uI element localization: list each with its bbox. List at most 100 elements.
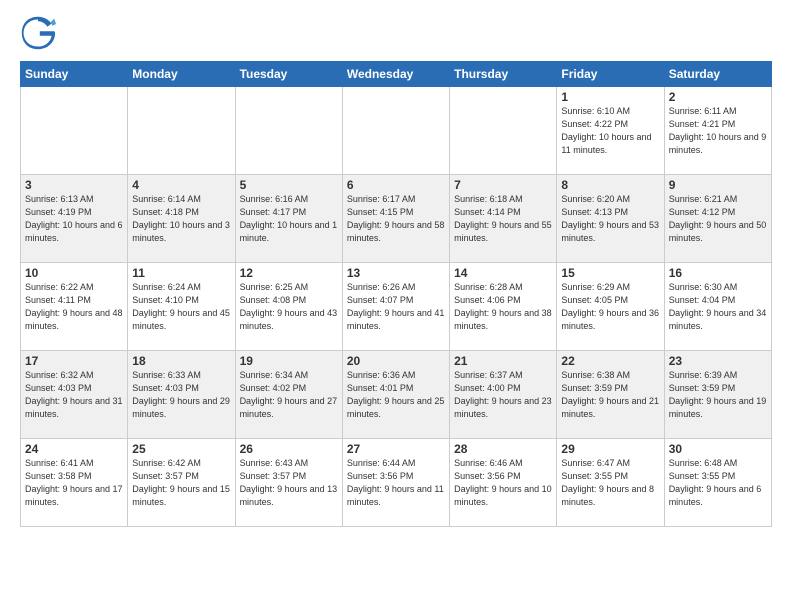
day-info: Sunrise: 6:33 AM Sunset: 4:03 PM Dayligh… [132, 369, 230, 421]
day-cell: 28Sunrise: 6:46 AM Sunset: 3:56 PM Dayli… [450, 439, 557, 527]
day-number: 13 [347, 266, 445, 280]
day-cell [128, 87, 235, 175]
day-cell: 7Sunrise: 6:18 AM Sunset: 4:14 PM Daylig… [450, 175, 557, 263]
day-info: Sunrise: 6:16 AM Sunset: 4:17 PM Dayligh… [240, 193, 338, 245]
day-cell: 29Sunrise: 6:47 AM Sunset: 3:55 PM Dayli… [557, 439, 664, 527]
day-info: Sunrise: 6:42 AM Sunset: 3:57 PM Dayligh… [132, 457, 230, 509]
day-cell [235, 87, 342, 175]
day-number: 5 [240, 178, 338, 192]
page: SundayMondayTuesdayWednesdayThursdayFrid… [0, 0, 792, 612]
day-info: Sunrise: 6:17 AM Sunset: 4:15 PM Dayligh… [347, 193, 445, 245]
col-header-monday: Monday [128, 62, 235, 87]
day-number: 15 [561, 266, 659, 280]
day-cell: 17Sunrise: 6:32 AM Sunset: 4:03 PM Dayli… [21, 351, 128, 439]
day-number: 11 [132, 266, 230, 280]
day-cell: 15Sunrise: 6:29 AM Sunset: 4:05 PM Dayli… [557, 263, 664, 351]
day-info: Sunrise: 6:11 AM Sunset: 4:21 PM Dayligh… [669, 105, 767, 157]
day-cell: 4Sunrise: 6:14 AM Sunset: 4:18 PM Daylig… [128, 175, 235, 263]
day-number: 1 [561, 90, 659, 104]
day-cell: 3Sunrise: 6:13 AM Sunset: 4:19 PM Daylig… [21, 175, 128, 263]
day-cell: 13Sunrise: 6:26 AM Sunset: 4:07 PM Dayli… [342, 263, 449, 351]
day-cell: 30Sunrise: 6:48 AM Sunset: 3:55 PM Dayli… [664, 439, 771, 527]
day-cell [450, 87, 557, 175]
day-number: 9 [669, 178, 767, 192]
day-number: 4 [132, 178, 230, 192]
day-info: Sunrise: 6:34 AM Sunset: 4:02 PM Dayligh… [240, 369, 338, 421]
day-cell: 12Sunrise: 6:25 AM Sunset: 4:08 PM Dayli… [235, 263, 342, 351]
day-info: Sunrise: 6:44 AM Sunset: 3:56 PM Dayligh… [347, 457, 445, 509]
day-number: 24 [25, 442, 123, 456]
day-cell [21, 87, 128, 175]
day-cell: 26Sunrise: 6:43 AM Sunset: 3:57 PM Dayli… [235, 439, 342, 527]
calendar-header-row: SundayMondayTuesdayWednesdayThursdayFrid… [21, 62, 772, 87]
day-info: Sunrise: 6:24 AM Sunset: 4:10 PM Dayligh… [132, 281, 230, 333]
week-row-3: 10Sunrise: 6:22 AM Sunset: 4:11 PM Dayli… [21, 263, 772, 351]
day-info: Sunrise: 6:28 AM Sunset: 4:06 PM Dayligh… [454, 281, 552, 333]
day-info: Sunrise: 6:32 AM Sunset: 4:03 PM Dayligh… [25, 369, 123, 421]
day-cell: 1Sunrise: 6:10 AM Sunset: 4:22 PM Daylig… [557, 87, 664, 175]
day-cell: 27Sunrise: 6:44 AM Sunset: 3:56 PM Dayli… [342, 439, 449, 527]
day-info: Sunrise: 6:29 AM Sunset: 4:05 PM Dayligh… [561, 281, 659, 333]
day-info: Sunrise: 6:46 AM Sunset: 3:56 PM Dayligh… [454, 457, 552, 509]
day-cell: 19Sunrise: 6:34 AM Sunset: 4:02 PM Dayli… [235, 351, 342, 439]
day-number: 27 [347, 442, 445, 456]
day-number: 21 [454, 354, 552, 368]
day-cell: 23Sunrise: 6:39 AM Sunset: 3:59 PM Dayli… [664, 351, 771, 439]
day-number: 26 [240, 442, 338, 456]
day-cell: 22Sunrise: 6:38 AM Sunset: 3:59 PM Dayli… [557, 351, 664, 439]
day-number: 14 [454, 266, 552, 280]
day-info: Sunrise: 6:10 AM Sunset: 4:22 PM Dayligh… [561, 105, 659, 157]
day-cell: 25Sunrise: 6:42 AM Sunset: 3:57 PM Dayli… [128, 439, 235, 527]
day-cell: 14Sunrise: 6:28 AM Sunset: 4:06 PM Dayli… [450, 263, 557, 351]
logo-icon [20, 15, 56, 51]
day-number: 28 [454, 442, 552, 456]
day-info: Sunrise: 6:20 AM Sunset: 4:13 PM Dayligh… [561, 193, 659, 245]
day-info: Sunrise: 6:39 AM Sunset: 3:59 PM Dayligh… [669, 369, 767, 421]
day-cell: 9Sunrise: 6:21 AM Sunset: 4:12 PM Daylig… [664, 175, 771, 263]
col-header-tuesday: Tuesday [235, 62, 342, 87]
week-row-5: 24Sunrise: 6:41 AM Sunset: 3:58 PM Dayli… [21, 439, 772, 527]
week-row-4: 17Sunrise: 6:32 AM Sunset: 4:03 PM Dayli… [21, 351, 772, 439]
day-cell: 21Sunrise: 6:37 AM Sunset: 4:00 PM Dayli… [450, 351, 557, 439]
week-row-1: 1Sunrise: 6:10 AM Sunset: 4:22 PM Daylig… [21, 87, 772, 175]
col-header-wednesday: Wednesday [342, 62, 449, 87]
day-number: 10 [25, 266, 123, 280]
col-header-sunday: Sunday [21, 62, 128, 87]
day-cell: 10Sunrise: 6:22 AM Sunset: 4:11 PM Dayli… [21, 263, 128, 351]
day-cell: 11Sunrise: 6:24 AM Sunset: 4:10 PM Dayli… [128, 263, 235, 351]
day-info: Sunrise: 6:47 AM Sunset: 3:55 PM Dayligh… [561, 457, 659, 509]
col-header-thursday: Thursday [450, 62, 557, 87]
day-number: 20 [347, 354, 445, 368]
day-number: 17 [25, 354, 123, 368]
calendar: SundayMondayTuesdayWednesdayThursdayFrid… [20, 61, 772, 527]
day-info: Sunrise: 6:36 AM Sunset: 4:01 PM Dayligh… [347, 369, 445, 421]
day-number: 2 [669, 90, 767, 104]
day-cell: 20Sunrise: 6:36 AM Sunset: 4:01 PM Dayli… [342, 351, 449, 439]
day-number: 16 [669, 266, 767, 280]
day-number: 6 [347, 178, 445, 192]
day-cell: 16Sunrise: 6:30 AM Sunset: 4:04 PM Dayli… [664, 263, 771, 351]
day-info: Sunrise: 6:26 AM Sunset: 4:07 PM Dayligh… [347, 281, 445, 333]
day-number: 22 [561, 354, 659, 368]
day-cell: 6Sunrise: 6:17 AM Sunset: 4:15 PM Daylig… [342, 175, 449, 263]
day-number: 8 [561, 178, 659, 192]
day-number: 23 [669, 354, 767, 368]
day-info: Sunrise: 6:22 AM Sunset: 4:11 PM Dayligh… [25, 281, 123, 333]
day-cell: 5Sunrise: 6:16 AM Sunset: 4:17 PM Daylig… [235, 175, 342, 263]
day-info: Sunrise: 6:21 AM Sunset: 4:12 PM Dayligh… [669, 193, 767, 245]
day-info: Sunrise: 6:13 AM Sunset: 4:19 PM Dayligh… [25, 193, 123, 245]
day-number: 18 [132, 354, 230, 368]
day-cell [342, 87, 449, 175]
day-info: Sunrise: 6:38 AM Sunset: 3:59 PM Dayligh… [561, 369, 659, 421]
day-number: 7 [454, 178, 552, 192]
week-row-2: 3Sunrise: 6:13 AM Sunset: 4:19 PM Daylig… [21, 175, 772, 263]
day-info: Sunrise: 6:25 AM Sunset: 4:08 PM Dayligh… [240, 281, 338, 333]
day-info: Sunrise: 6:43 AM Sunset: 3:57 PM Dayligh… [240, 457, 338, 509]
day-info: Sunrise: 6:37 AM Sunset: 4:00 PM Dayligh… [454, 369, 552, 421]
day-number: 3 [25, 178, 123, 192]
day-number: 25 [132, 442, 230, 456]
day-number: 19 [240, 354, 338, 368]
day-cell: 2Sunrise: 6:11 AM Sunset: 4:21 PM Daylig… [664, 87, 771, 175]
day-info: Sunrise: 6:30 AM Sunset: 4:04 PM Dayligh… [669, 281, 767, 333]
day-info: Sunrise: 6:48 AM Sunset: 3:55 PM Dayligh… [669, 457, 767, 509]
